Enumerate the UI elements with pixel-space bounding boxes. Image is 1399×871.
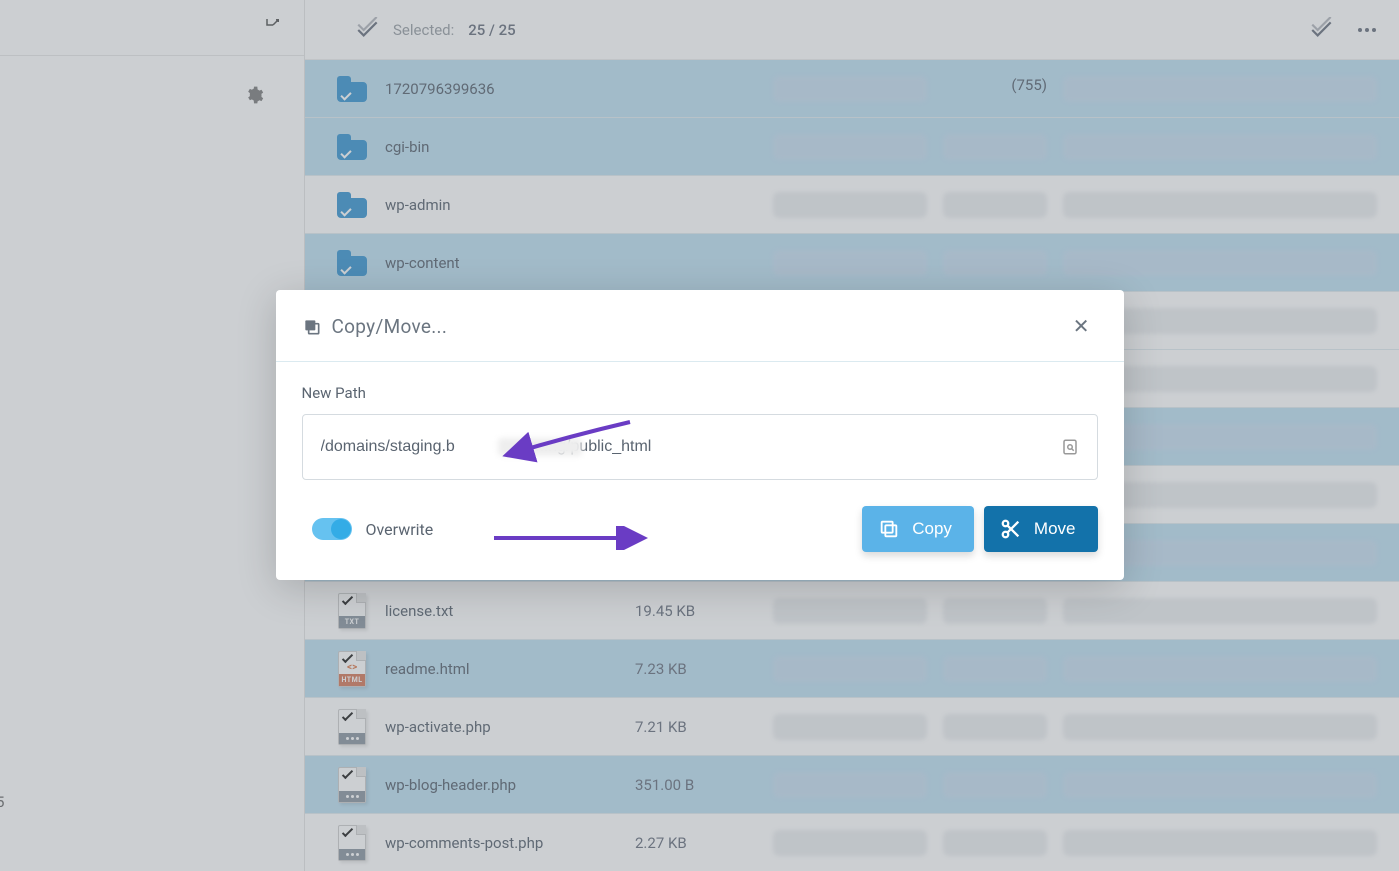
copy-btn-icon xyxy=(878,518,900,540)
new-path-label: New Path xyxy=(302,384,1098,402)
browse-icon[interactable] xyxy=(1061,438,1079,456)
move-button[interactable]: Move xyxy=(984,506,1098,552)
copy-move-dialog: Copy/Move... ✕ New Path Overwrite xyxy=(276,290,1124,580)
copy-button[interactable]: Copy xyxy=(862,506,974,552)
new-path-input[interactable] xyxy=(321,438,1061,456)
close-icon: ✕ xyxy=(1073,316,1090,338)
dialog-title: Copy/Move... xyxy=(332,315,448,338)
overwrite-toggle[interactable] xyxy=(312,518,352,540)
modal-overlay: Copy/Move... ✕ New Path Overwrite xyxy=(0,0,1399,871)
copy-btn-label: Copy xyxy=(912,519,952,539)
overwrite-label: Overwrite xyxy=(366,520,434,539)
close-button[interactable]: ✕ xyxy=(1065,310,1098,343)
move-btn-label: Move xyxy=(1034,519,1076,539)
scissors-icon xyxy=(1000,518,1022,540)
new-path-input-wrap[interactable] xyxy=(302,414,1098,480)
copy-icon xyxy=(302,317,322,337)
